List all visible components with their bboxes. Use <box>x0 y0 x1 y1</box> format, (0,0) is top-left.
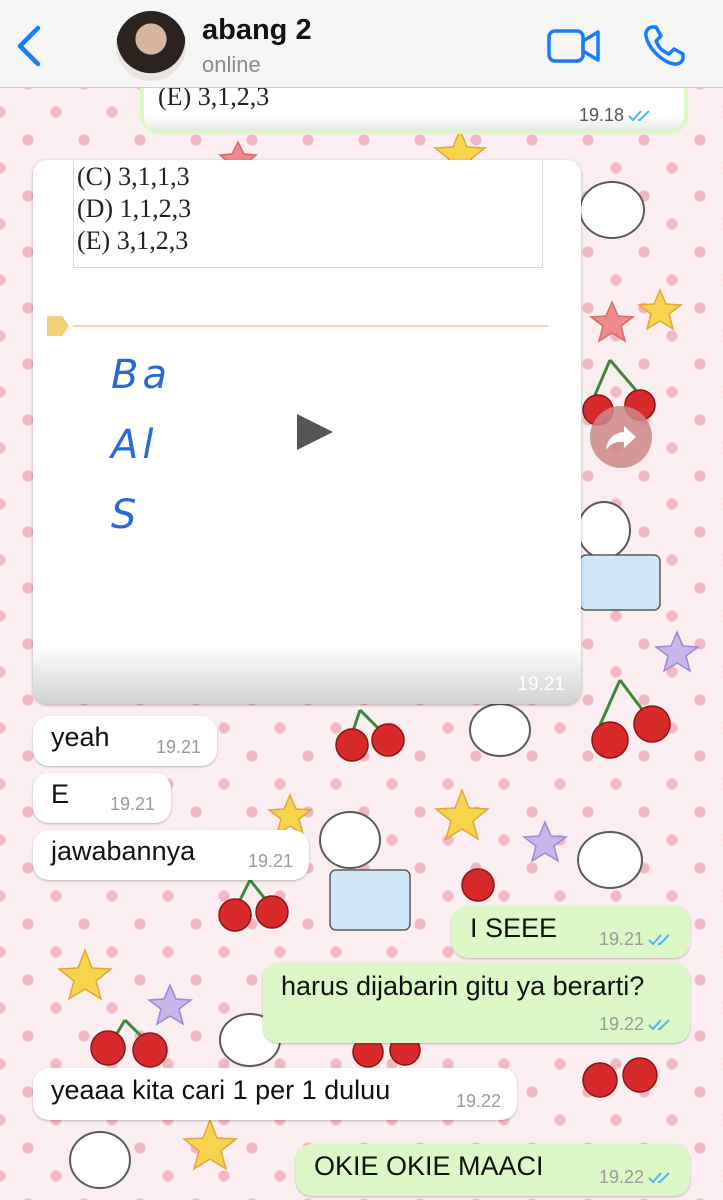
time-label: 19.21 <box>598 929 644 949</box>
message-time: 19.22 <box>599 1167 674 1188</box>
handwritten-note: S <box>111 492 141 538</box>
phone-call-icon[interactable] <box>640 22 688 70</box>
divider-line <box>73 325 548 327</box>
time-label: 19.22 <box>598 1014 644 1034</box>
time-label: 19.22 <box>598 1167 644 1187</box>
question-option: (E) 3,1,2,3 <box>77 226 189 255</box>
message-text: OKIE OKIE MAACI <box>314 1150 544 1181</box>
time-label: 19.18 <box>578 105 624 125</box>
message-text: E <box>51 778 70 809</box>
question-option: (D) 1,1,2,3 <box>77 194 192 223</box>
contact-name[interactable]: abang 2 <box>202 14 312 47</box>
question-option-text: (E) 3,1,2,3 <box>158 86 270 111</box>
message-incoming[interactable]: jawabannya 19.21 <box>33 830 309 880</box>
message-text: I SEEE <box>470 912 558 943</box>
image-message-outgoing[interactable]: (E) 3,1,2,3 19.18 <box>140 86 688 134</box>
message-outgoing[interactable]: harus dijabarin gitu ya berarti? 19.22 <box>263 963 690 1043</box>
message-time: 19.18 <box>579 105 654 126</box>
video-call-icon[interactable] <box>546 26 602 66</box>
question-option: (C) 3,1,1,3 <box>77 162 190 191</box>
handwritten-note: Ba <box>111 352 171 398</box>
read-ticks-icon <box>628 109 650 121</box>
message-time: 19.22 <box>455 1091 501 1111</box>
message-time: 19.21 <box>247 851 293 871</box>
message-time: 19.21 <box>155 737 201 757</box>
contact-status: online <box>202 52 261 77</box>
video-message-incoming[interactable]: (C) 3,1,1,3 (D) 1,1,2,3 (E) 3,1,2,3 Ba A… <box>33 160 581 704</box>
play-icon[interactable] <box>295 412 335 452</box>
read-ticks-icon <box>648 1018 670 1030</box>
forward-icon[interactable] <box>590 406 652 468</box>
message-text: yeah <box>51 721 110 752</box>
message-outgoing[interactable]: I SEEE 19.21 <box>452 906 690 958</box>
message-text: jawabannya <box>51 835 196 866</box>
message-time: 19.22 <box>599 1014 674 1035</box>
handwritten-note: Al <box>111 422 158 468</box>
message-time: 19.21 <box>517 674 565 695</box>
read-ticks-icon <box>648 1171 670 1183</box>
back-chevron-icon[interactable] <box>12 24 48 68</box>
message-incoming[interactable]: yeah 19.21 <box>33 716 217 766</box>
message-outgoing[interactable]: OKIE OKIE MAACI 19.22 <box>296 1144 690 1196</box>
message-incoming[interactable]: E 19.21 <box>33 773 171 823</box>
chat-header: abang 2 online <box>0 0 723 88</box>
contact-avatar[interactable] <box>116 11 186 81</box>
message-text: harus dijabarin gitu ya berarti? <box>281 971 645 1001</box>
video-shade <box>33 644 581 704</box>
message-text: yeaaa kita cari 1 per 1 duluu <box>51 1074 391 1105</box>
message-time: 19.21 <box>109 794 155 814</box>
read-ticks-icon <box>648 933 670 945</box>
message-incoming[interactable]: yeaaa kita cari 1 per 1 duluu 19.22 <box>33 1068 517 1120</box>
message-time: 19.21 <box>599 929 674 950</box>
pen-marker-icon <box>47 316 69 336</box>
